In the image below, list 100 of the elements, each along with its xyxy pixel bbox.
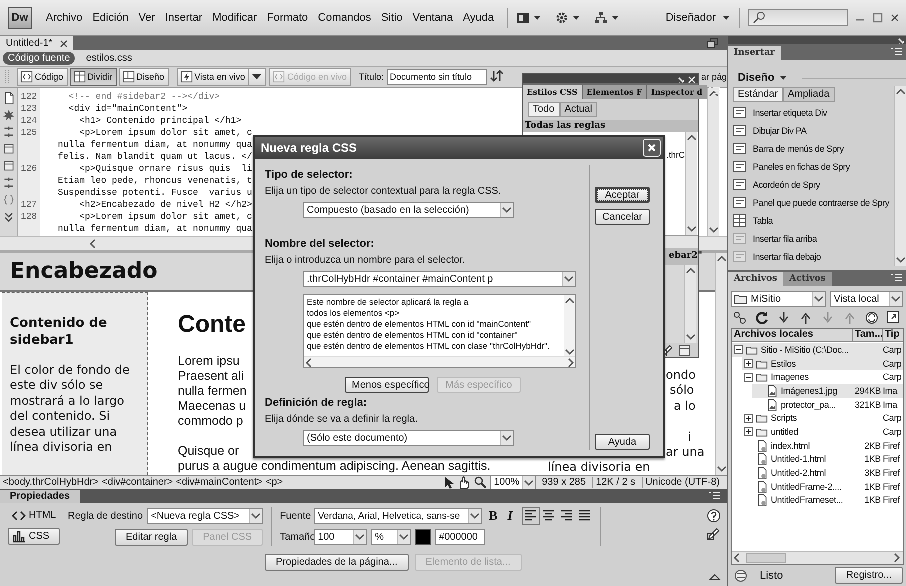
sitemap-icon[interactable] bbox=[594, 10, 608, 24]
mode-button[interactable]: HTML bbox=[8, 507, 60, 524]
color-field[interactable]: #000000 bbox=[435, 529, 486, 545]
category-tab[interactable]: Estándar bbox=[733, 87, 784, 102]
file-transfer-icon[interactable] bbox=[490, 70, 504, 84]
insert-item[interactable]: Barra de menús de Spry bbox=[728, 140, 894, 158]
menu-item[interactable]: Comandos bbox=[313, 12, 376, 24]
target-rule-select[interactable]: <Nueva regla CSS> bbox=[147, 508, 264, 524]
live-view-button[interactable]: Vista en vivo bbox=[176, 68, 250, 86]
file-name[interactable]: index.html bbox=[771, 440, 810, 451]
file-name[interactable]: Imágenes1.jpg bbox=[781, 386, 838, 396]
unit-select[interactable]: % bbox=[371, 529, 412, 545]
font-select[interactable]: Verdana, Arial, Helvetica, sans-se bbox=[314, 508, 482, 524]
menu-item[interactable]: Modificar bbox=[208, 12, 262, 24]
view-button[interactable]: Diseño bbox=[118, 68, 169, 86]
panel-tab[interactable]: Insertar bbox=[728, 46, 782, 60]
up-arrow-icon[interactable] bbox=[799, 311, 813, 325]
gear-icon[interactable] bbox=[555, 10, 570, 24]
caret-icon[interactable] bbox=[722, 14, 731, 22]
tag-link[interactable]: <p> bbox=[266, 477, 284, 488]
caret-icon[interactable] bbox=[611, 14, 620, 22]
site-select[interactable]: MiSitio bbox=[731, 291, 826, 307]
panel-menu-icon[interactable] bbox=[890, 273, 903, 283]
align-left-icon[interactable] bbox=[524, 509, 538, 523]
column-header[interactable]: Tam... bbox=[853, 329, 883, 341]
caret-icon[interactable] bbox=[778, 74, 788, 82]
scrollbar[interactable] bbox=[685, 132, 697, 235]
scroll-left-icon[interactable] bbox=[304, 357, 314, 367]
scrollbar[interactable] bbox=[894, 86, 906, 266]
view-button[interactable]: Dividir bbox=[70, 68, 117, 86]
tag-link[interactable]: <body.thrColHybHdr> bbox=[3, 477, 99, 488]
collapse-panels-icon[interactable] bbox=[896, 36, 904, 44]
collapse-icon[interactable] bbox=[676, 74, 684, 82]
rule-item[interactable]: .thrC bbox=[666, 150, 685, 235]
file-name[interactable]: Sitio - MiSitio (C:\Doc... bbox=[761, 344, 849, 355]
file-name[interactable]: protector_pa... bbox=[781, 400, 836, 410]
collapse-icon[interactable] bbox=[734, 345, 743, 354]
dialog-button[interactable]: Aceptar bbox=[595, 187, 650, 203]
layout-icon[interactable] bbox=[516, 10, 530, 24]
menu-item[interactable]: Sitio bbox=[376, 12, 408, 24]
selector-name-select[interactable]: .thrColHybHdr #container #mainContent p bbox=[303, 271, 576, 287]
italic-button[interactable]: I bbox=[504, 508, 516, 524]
restore-icon[interactable] bbox=[707, 38, 719, 48]
collapse-icon[interactable] bbox=[709, 572, 721, 582]
window-size[interactable]: 939 x 285 bbox=[539, 477, 590, 488]
caret-icon[interactable] bbox=[533, 14, 542, 22]
bold-button[interactable]: B bbox=[486, 508, 501, 524]
close-icon[interactable] bbox=[58, 39, 67, 47]
refresh-icon[interactable] bbox=[755, 311, 769, 325]
mode-button[interactable]: Actual bbox=[560, 102, 598, 117]
insert-item[interactable]: Dibujar Div PA bbox=[728, 122, 894, 140]
view-button[interactable]: Código bbox=[17, 68, 68, 86]
file-name[interactable]: Imagenes bbox=[771, 372, 809, 382]
dialog-button[interactable]: Ayuda bbox=[595, 434, 650, 450]
panel-menu-icon[interactable] bbox=[890, 47, 903, 57]
box-icon[interactable] bbox=[2, 160, 14, 172]
insert-item[interactable]: Tabla bbox=[728, 212, 894, 230]
align-center-icon[interactable] bbox=[542, 509, 556, 523]
pointer-icon[interactable] bbox=[442, 476, 454, 490]
insert-item[interactable]: Panel que puede contraerse de Spry bbox=[728, 194, 894, 212]
scroll-up-icon[interactable] bbox=[564, 295, 574, 305]
expand-icon[interactable] bbox=[887, 311, 901, 325]
menu-item[interactable]: Formato bbox=[262, 12, 314, 24]
panel-tab[interactable]: Archivos bbox=[728, 272, 784, 286]
tag-link[interactable]: <div#container> bbox=[102, 477, 174, 488]
maximize-icon[interactable] bbox=[872, 12, 884, 24]
menu-item[interactable]: Edición bbox=[88, 12, 134, 24]
scrollbar[interactable] bbox=[707, 88, 719, 236]
panel-tab[interactable]: Propiedades bbox=[0, 490, 80, 503]
star-icon[interactable] bbox=[2, 109, 14, 121]
panel-tab[interactable]: Elementos F bbox=[582, 85, 646, 99]
file-name[interactable]: Untitled-2.html bbox=[771, 468, 826, 478]
size-select[interactable]: 100 bbox=[314, 529, 368, 545]
zoom-icon[interactable] bbox=[474, 476, 488, 489]
expand-icon[interactable] bbox=[744, 414, 753, 423]
edit-rule-button[interactable]: Editar regla bbox=[115, 528, 188, 546]
arrows-icon[interactable] bbox=[2, 126, 14, 138]
panel-tab[interactable]: Activos bbox=[783, 272, 832, 286]
connect-icon[interactable] bbox=[733, 311, 747, 325]
tag-link[interactable]: <div#mainContent> bbox=[176, 477, 263, 488]
arrows-icon[interactable] bbox=[2, 177, 14, 189]
refresh-label[interactable]: ar pág bbox=[701, 72, 727, 82]
menu-item[interactable]: Ayuda bbox=[458, 12, 500, 24]
live-view-dropdown[interactable] bbox=[248, 68, 266, 86]
insert-item[interactable]: Acordeón de Spry bbox=[728, 176, 894, 194]
mode-button[interactable]: Todo bbox=[528, 102, 560, 117]
column-header[interactable]: Archivos locales bbox=[732, 329, 853, 341]
pencil-icon[interactable] bbox=[707, 527, 721, 541]
search-field[interactable] bbox=[748, 9, 848, 26]
category-tab[interactable]: Ampliada bbox=[783, 87, 835, 102]
caret-icon[interactable] bbox=[572, 14, 582, 22]
align-right-icon[interactable] bbox=[560, 509, 574, 523]
close-icon[interactable] bbox=[890, 12, 900, 22]
file-name[interactable]: UntitledFrame-2.... bbox=[771, 482, 842, 492]
down-arrow-icon[interactable] bbox=[777, 311, 791, 325]
workspace-switcher[interactable]: Diseñador bbox=[666, 12, 716, 24]
expand-icon[interactable] bbox=[744, 359, 753, 368]
scrollbar[interactable] bbox=[715, 253, 727, 475]
file-name[interactable]: Estilos bbox=[771, 358, 796, 369]
sync-icon[interactable] bbox=[865, 311, 879, 325]
